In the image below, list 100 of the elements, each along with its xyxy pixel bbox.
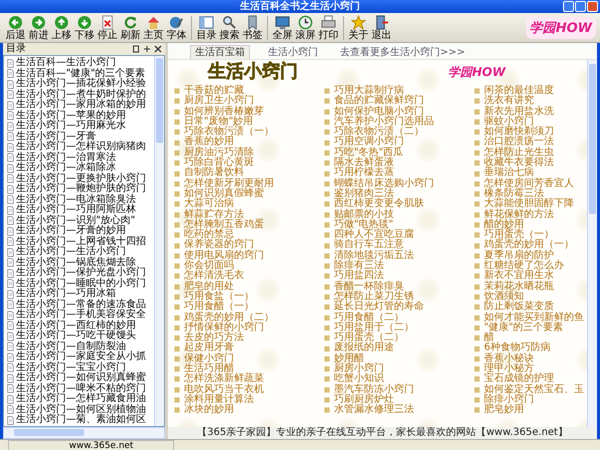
article-link[interactable]: 巧刷厨房炉灶 bbox=[334, 394, 394, 406]
article-link[interactable]: 厨房卫生小窍门 bbox=[184, 96, 254, 107]
article-link[interactable]: 垂瑞治七病 bbox=[484, 168, 534, 179]
article-link[interactable]: 新衣先用盐水洗 bbox=[484, 106, 554, 117]
toolbar-button[interactable]: 滚屏 bbox=[294, 14, 317, 40]
article-link[interactable]: 蝴蝶结吊床选购小窍门 bbox=[334, 178, 434, 189]
tree-item[interactable]: 生活小窍门—家用冰箱的妙用 bbox=[16, 100, 146, 110]
tree-item[interactable]: 生活小窍门—苹果的妙用 bbox=[16, 110, 126, 121]
tree-item[interactable]: 生活小窍门—啤米不粘的窍门 bbox=[16, 384, 146, 394]
article-link[interactable]: 巧用盐四法 bbox=[334, 271, 384, 282]
tree-item[interactable]: 生活小窍门—治胃寒法 bbox=[16, 152, 116, 163]
toolbar-button[interactable]: 搜索 bbox=[218, 14, 241, 40]
article-link[interactable]: 怎样使房间芳香宜人 bbox=[484, 178, 574, 189]
article-link[interactable]: 怎样洗涤新鲜蔬菜 bbox=[184, 374, 264, 385]
tab[interactable]: 生活小窍门 bbox=[264, 46, 322, 59]
toolbar-button[interactable]: 后退 bbox=[4, 14, 27, 40]
article-link[interactable]: 香醋一杯除痱臭 bbox=[334, 282, 404, 292]
article-link[interactable]: 治口腔溃疡一法 bbox=[484, 137, 554, 148]
tree-item[interactable]: 生活小窍门—宝宝小窍门 bbox=[16, 362, 126, 373]
tree-item[interactable]: 生活小窍门—巧用麻光水 bbox=[16, 121, 126, 132]
article-link[interactable]: 巧用食醋（二） bbox=[334, 312, 404, 323]
article-link[interactable]: 巧用空调小窍门 bbox=[334, 137, 404, 148]
article-link[interactable]: 新衣不宜用生水 bbox=[484, 271, 554, 282]
toolbar-button[interactable]: 上移 bbox=[50, 14, 73, 40]
article-link[interactable]: 茉莉花水晒花瓶 bbox=[484, 282, 554, 292]
toolbar-button[interactable]: 刷新 bbox=[119, 14, 142, 40]
tab[interactable]: 生活百宝箱 bbox=[190, 45, 250, 59]
article-link[interactable]: 如何鉴定天然宝石、玉 bbox=[484, 384, 584, 395]
tree-item[interactable]: 生活小窍门—手机美容保安全 bbox=[16, 310, 146, 320]
article-link[interactable]: 西红柿更变更令肌肤 bbox=[334, 199, 424, 210]
article-link[interactable]: 怎样使新牙刷更耐用 bbox=[184, 178, 274, 189]
article-link[interactable]: 厨房小窍门 bbox=[334, 364, 384, 374]
article-link[interactable]: 醋 bbox=[484, 333, 494, 344]
tree-item[interactable]: 生活小窍门—巧用阿斯匹林 bbox=[16, 205, 136, 216]
tree-item[interactable]: 生活小窍门—识别"放心肉" bbox=[16, 216, 136, 226]
article-link[interactable]: 废报纸的用途 bbox=[334, 343, 394, 354]
article-link[interactable]: 鲜花保鲜的方法 bbox=[484, 210, 554, 220]
close-button[interactable] bbox=[587, 1, 598, 12]
scrollbar[interactable] bbox=[587, 60, 597, 426]
tree-item[interactable]: 生活小窍门—牙膏 bbox=[16, 132, 96, 142]
tree-item[interactable]: 生活小窍门—睡眠中的小窍门 bbox=[16, 278, 146, 289]
tree-item[interactable]: 生活小窍门—怎样巧藏食用油 bbox=[16, 394, 146, 404]
toolbar-button[interactable]: 前进 bbox=[27, 14, 50, 40]
article-link[interactable]: 如何保护电脑小窍门 bbox=[334, 106, 424, 117]
article-link[interactable]: 鸡蛋壳的妙用（二） bbox=[184, 312, 274, 323]
toolbar-button[interactable]: 打印 bbox=[317, 14, 340, 40]
minimize-button[interactable] bbox=[563, 1, 574, 12]
article-link[interactable]: 洗衣有讲究 bbox=[484, 96, 534, 107]
tree-item[interactable]: 生活小窍门—插花保鲜小经验 bbox=[16, 79, 146, 90]
article-link[interactable]: 保养瓷器的窍门 bbox=[184, 240, 254, 251]
article-link[interactable]: 自制防暑饮料 bbox=[184, 168, 244, 179]
article-link[interactable]: 防止剩饭菜变质 bbox=[484, 302, 554, 313]
article-link[interactable]: 延长日光灯管的寿命 bbox=[334, 302, 424, 313]
article-link[interactable]: 6种食物巧防病 bbox=[484, 343, 550, 354]
article-link[interactable]: 大蒜能使胆固醇下降 bbox=[484, 199, 574, 210]
tree-item[interactable]: 生活小窍门—怎样识别病猪肉 bbox=[16, 142, 146, 152]
article-link[interactable]: 骑自行车五注意 bbox=[334, 240, 404, 251]
article-link[interactable]: 肥皂的用处 bbox=[184, 282, 234, 292]
article-link[interactable]: 巧用食醋（一） bbox=[184, 302, 254, 313]
tree-item[interactable]: 生活小窍门—煮牛奶时保护的 bbox=[16, 90, 146, 100]
article-link[interactable]: 香蕉的妙用 bbox=[184, 137, 234, 148]
toolbar-button[interactable]: 全屏 bbox=[271, 14, 294, 40]
tree-item[interactable]: 生活百科—"健康"的三个要素 bbox=[16, 68, 146, 79]
tree-item[interactable]: 生活小窍门—电冰箱除臭法 bbox=[16, 194, 136, 205]
tree-item[interactable]: 生活小窍门—常备的速冻食品 bbox=[16, 300, 146, 310]
article-link[interactable]: 怎样清洗毛衣 bbox=[184, 271, 244, 282]
article-link[interactable]: 鲜蒜贮存方法 bbox=[184, 210, 244, 220]
toolbar-button[interactable]: 退出 bbox=[370, 14, 393, 40]
tree-item[interactable]: 生活小窍门—生活小窍门 bbox=[16, 247, 126, 258]
tree-item[interactable]: 生活小窍门—冰箱除冰 bbox=[16, 163, 116, 174]
tree-item[interactable]: 生活小窍门—菊、素油如何区 bbox=[16, 415, 146, 426]
tree-item[interactable]: 生活小窍门—锅底焦煳去除 bbox=[16, 258, 136, 268]
tree-item[interactable]: 生活小窍门—上网省钱十四招 bbox=[16, 236, 146, 247]
tree-item[interactable]: 生活小窍门—如何区别植物油 bbox=[16, 404, 146, 415]
tree-item[interactable]: 生活百科—生活小窍门 bbox=[16, 58, 116, 68]
article-link[interactable]: 除痱小窍门 bbox=[484, 394, 534, 406]
tree-item[interactable]: 生活小窍门—如何识别真蜂蜜 bbox=[16, 373, 146, 384]
toolbar-button[interactable]: 主页 bbox=[142, 14, 165, 40]
article-link[interactable]: 起皮用牙膏 bbox=[184, 343, 234, 354]
tree-item[interactable]: 生活小窍门—鞭炮护肤的窍门 bbox=[16, 184, 146, 194]
article-link[interactable]: 大蒜可治病 bbox=[184, 199, 234, 210]
tree-item[interactable]: 生活小窍门—自制防裂油 bbox=[16, 342, 126, 352]
tree-item[interactable]: 生活小窍门—西红柿的妙用 bbox=[16, 320, 136, 331]
article-link[interactable]: 宝石成镜的护理 bbox=[484, 374, 554, 385]
tree-item[interactable]: 生活小窍门—巧用冰箱 bbox=[16, 289, 116, 300]
article-link[interactable]: 如何辨别香椿嫩芽 bbox=[184, 106, 264, 117]
article-link[interactable]: 水管漏水修理三法 bbox=[334, 405, 414, 416]
toolbar-button[interactable]: 下移 bbox=[73, 14, 96, 40]
tree-item[interactable]: 生活小窍门—更换护肤小窍门 bbox=[16, 174, 146, 184]
article-link[interactable]: 香蕉小秘诀 bbox=[484, 354, 534, 364]
article-link[interactable]: 贴邮票的小技 bbox=[334, 210, 394, 220]
scrollbar[interactable] bbox=[154, 56, 164, 426]
article-link[interactable]: 巧用柠檬去蒸 bbox=[334, 168, 394, 179]
toolbar-button[interactable]: 目录 bbox=[195, 14, 218, 40]
tree-item[interactable]: 生活小窍门—巧吃干硬馒头 bbox=[16, 331, 136, 342]
tree-item[interactable]: 生活小窍门—家庭安全从小抓 bbox=[16, 352, 146, 362]
tree-item[interactable]: 生活小窍门—保护光盘小窍门 bbox=[16, 268, 146, 278]
tree-item[interactable]: 生活小窍门—牙膏的妙用 bbox=[16, 226, 126, 236]
maximize-button[interactable] bbox=[575, 1, 586, 12]
toolbar-button[interactable]: 书签 bbox=[241, 14, 264, 40]
